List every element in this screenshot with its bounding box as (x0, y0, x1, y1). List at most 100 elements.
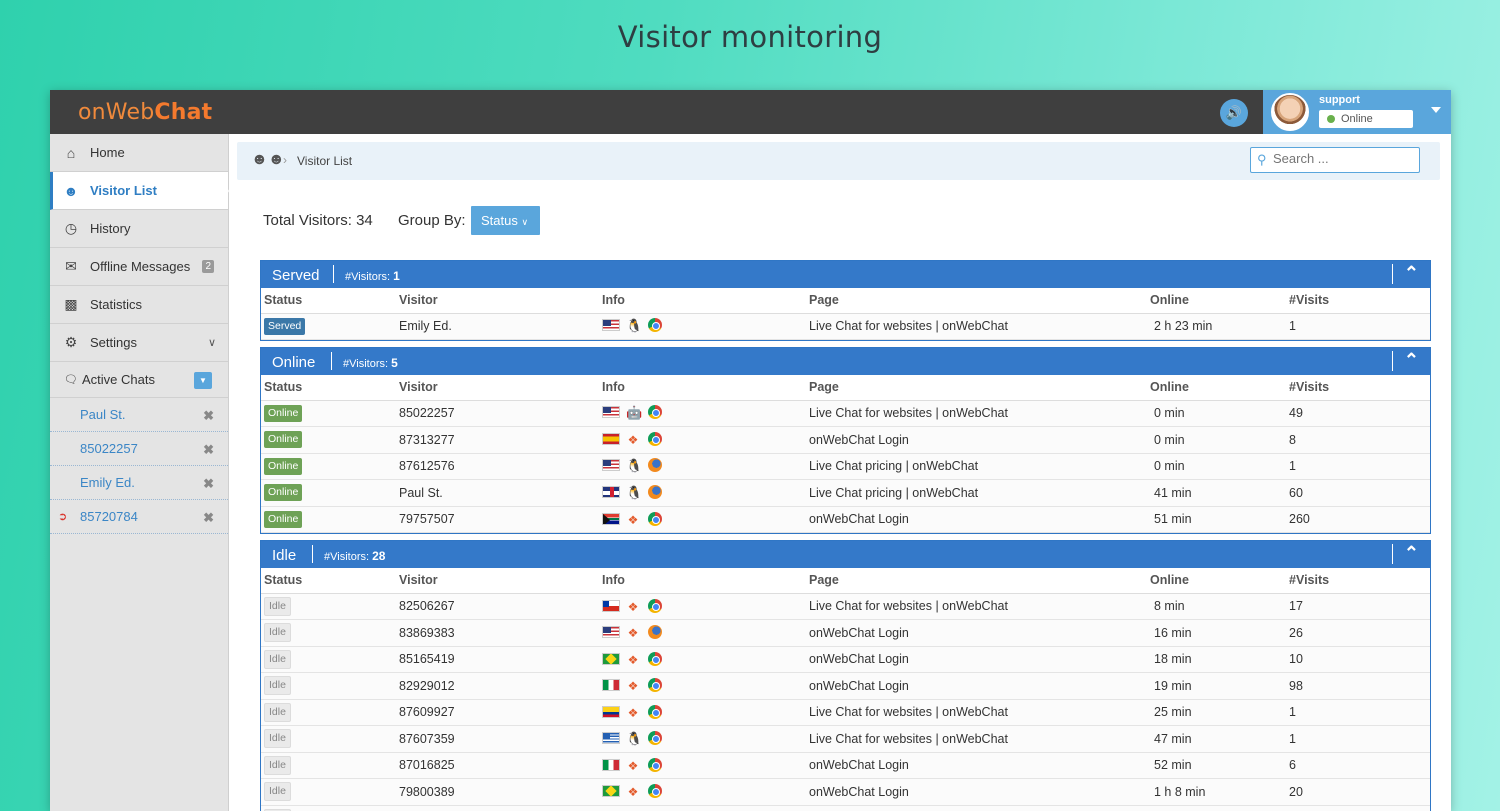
visitor-info: 🐧 (602, 313, 809, 340)
group-panel-header[interactable]: Online #Visitors: 5 ⌃ (261, 348, 1430, 375)
logo[interactable]: onWebChat (78, 100, 212, 125)
table-row[interactable]: Online 85022257 🤖 Live Chat for websites | … (261, 400, 1430, 427)
column-header[interactable]: Visitor (399, 288, 602, 314)
column-header[interactable]: Info (602, 288, 809, 314)
visitor-name[interactable]: 87313277 (399, 426, 602, 454)
sidebar-item-settings[interactable]: ⚙ Settings ∨ (50, 324, 228, 362)
close-icon[interactable]: ✖ (203, 408, 214, 424)
collapse-chevron-up-icon[interactable]: ⌃ (1404, 350, 1419, 371)
flag-co-icon (602, 705, 620, 718)
chat-item[interactable]: 85022257 ✖ (50, 432, 228, 466)
sidebar-item-history[interactable]: ◷ History (50, 210, 228, 248)
chat-item[interactable]: ➲ 85720784 ✖ (50, 500, 228, 534)
offline-messages-badge: 2 (202, 260, 214, 273)
column-header[interactable]: Info (602, 568, 809, 594)
table-row[interactable]: Online 87313277 ❖ onWebChat Login 0 min 8 (261, 426, 1430, 454)
online-duration: 8 min (1150, 593, 1289, 620)
chat-item[interactable]: Emily Ed. ✖ (50, 466, 228, 500)
table-row[interactable]: Online 79757507 ❖ onWebChat Login 51 min 260 (261, 506, 1430, 533)
close-icon[interactable]: ✖ (203, 442, 214, 458)
collapse-chevron-up-icon[interactable]: ⌃ (1404, 543, 1419, 564)
visitor-name[interactable]: 83869383 (399, 619, 602, 647)
visitor-name[interactable]: 87612576 (399, 453, 602, 480)
visitor-name[interactable]: 87607359 (399, 725, 602, 753)
close-icon[interactable]: ✖ (203, 510, 214, 526)
group-visitor-count: #Visitors: 1 (345, 269, 400, 283)
sidebar-item-home[interactable]: ⌂ Home (50, 134, 228, 172)
chrome-icon (648, 318, 662, 333)
table-row[interactable]: Idle82499633❖onWebChat Login1 h 10 min22… (261, 805, 1430, 811)
search-box[interactable]: ⚲ (1250, 147, 1420, 173)
column-header[interactable]: Online (1150, 288, 1289, 314)
visit-count: 1 (1289, 725, 1430, 753)
visitor-name[interactable]: Paul St. (399, 479, 602, 507)
table-row[interactable]: Idle 85165419 ❖ onWebChat Login 18 min 10 (261, 646, 1430, 673)
sidebar-item-visitor-list[interactable]: ☻ Visitor List (50, 172, 237, 210)
table-row[interactable]: Idle 87607359 🐧 Live Chat for websites | on… (261, 725, 1430, 753)
group-panel-header[interactable]: Idle #Visitors: 28 ⌃ (261, 541, 1430, 568)
table-row[interactable]: Online 87612576 🐧 Live Chat pricing | onWeb… (261, 453, 1430, 480)
column-header[interactable]: #Visits (1289, 568, 1430, 594)
visitor-info: ❖ (602, 805, 809, 811)
visitor-name[interactable]: 82499633 (399, 805, 602, 811)
online-duration: 2 h 23 min (1150, 313, 1289, 340)
table-row[interactable]: Online Paul St. 🐧 Live Chat pricing | onWeb… (261, 479, 1430, 507)
chevron-down-icon: ∨ (207, 337, 216, 349)
column-header[interactable]: Status (261, 375, 399, 401)
envelope-icon: ✉ (65, 258, 77, 274)
column-header[interactable]: Page (809, 375, 1150, 401)
visitor-name[interactable]: 87016825 (399, 752, 602, 779)
visitor-name[interactable]: 85022257 (399, 400, 602, 427)
table-row[interactable]: Idle 87016825 ❖ onWebChat Login 52 min 6 (261, 752, 1430, 779)
table-row[interactable]: Idle 82506267 ❖ Live Chat for websites | on… (261, 593, 1430, 620)
column-header[interactable]: Visitor (399, 375, 602, 401)
visitor-name[interactable]: 82929012 (399, 672, 602, 700)
sidebar-item-offline-messages[interactable]: ✉ Offline Messages 2 (50, 248, 228, 286)
visitor-name[interactable]: 85165419 (399, 646, 602, 673)
column-header[interactable]: Status (261, 568, 399, 594)
collapse-chevron-up-icon[interactable]: ⌃ (1404, 263, 1419, 284)
group-by-dropdown[interactable]: Status ∨ (471, 206, 540, 235)
table-row[interactable]: Idle 87609927 ❖ Live Chat for websites | on… (261, 699, 1430, 726)
breadcrumb: ☻☻ › Visitor List ⚲ (237, 142, 1440, 180)
flag-it-icon (602, 679, 620, 692)
table-row[interactable]: Served Emily Ed. 🐧 Live Chat for websites |… (261, 313, 1430, 340)
column-header[interactable]: Status (261, 288, 399, 314)
online-duration: 0 min (1150, 400, 1289, 427)
status-badge: Idle (264, 782, 291, 802)
chrome-icon (648, 405, 662, 420)
close-icon[interactable]: ✖ (203, 476, 214, 492)
table-header-row: Status Visitor Info Page Online #Visits (261, 288, 1430, 314)
visitor-info: ❖ (602, 619, 809, 647)
user-menu[interactable]: support Online (1263, 90, 1451, 134)
visitor-name[interactable]: 79757507 (399, 506, 602, 533)
visitor-name[interactable]: 87609927 (399, 699, 602, 726)
visitor-name[interactable]: 82506267 (399, 593, 602, 620)
active-chats-toggle[interactable]: ▼ (194, 372, 212, 389)
divider (333, 265, 334, 283)
status-badge: Idle (264, 623, 291, 643)
column-header[interactable]: Page (809, 288, 1150, 314)
table-row[interactable]: Idle 79800389 ❖ onWebChat Login 1 h 8 min 20 (261, 778, 1430, 806)
search-input[interactable] (1273, 151, 1413, 166)
column-header[interactable]: Online (1150, 375, 1289, 401)
column-header[interactable]: #Visits (1289, 375, 1430, 401)
table-row[interactable]: Idle 82929012 ❖ onWebChat Login 19 min 98 (261, 672, 1430, 700)
android-icon: 🤖 (626, 405, 643, 421)
linux-icon: 🐧 (626, 484, 643, 500)
sidebar-item-statistics[interactable]: ▩ Statistics (50, 286, 228, 324)
table-row[interactable]: Idle 83869383 ❖ onWebChat Login 16 min 26 (261, 619, 1430, 647)
column-header[interactable]: Page (809, 568, 1150, 594)
status-select[interactable]: Online (1319, 110, 1413, 128)
sound-icon[interactable]: 🔊 (1220, 99, 1248, 127)
status-dot-icon (1327, 115, 1335, 123)
visitor-name[interactable]: 79800389 (399, 778, 602, 806)
chevron-down-icon[interactable] (1431, 107, 1441, 113)
chat-item[interactable]: Paul St. ✖ (50, 398, 228, 432)
column-header[interactable]: Online (1150, 568, 1289, 594)
visitor-name[interactable]: Emily Ed. (399, 313, 602, 340)
column-header[interactable]: #Visits (1289, 288, 1430, 314)
column-header[interactable]: Info (602, 375, 809, 401)
group-panel-header[interactable]: Served #Visitors: 1 ⌃ (261, 261, 1430, 288)
column-header[interactable]: Visitor (399, 568, 602, 594)
